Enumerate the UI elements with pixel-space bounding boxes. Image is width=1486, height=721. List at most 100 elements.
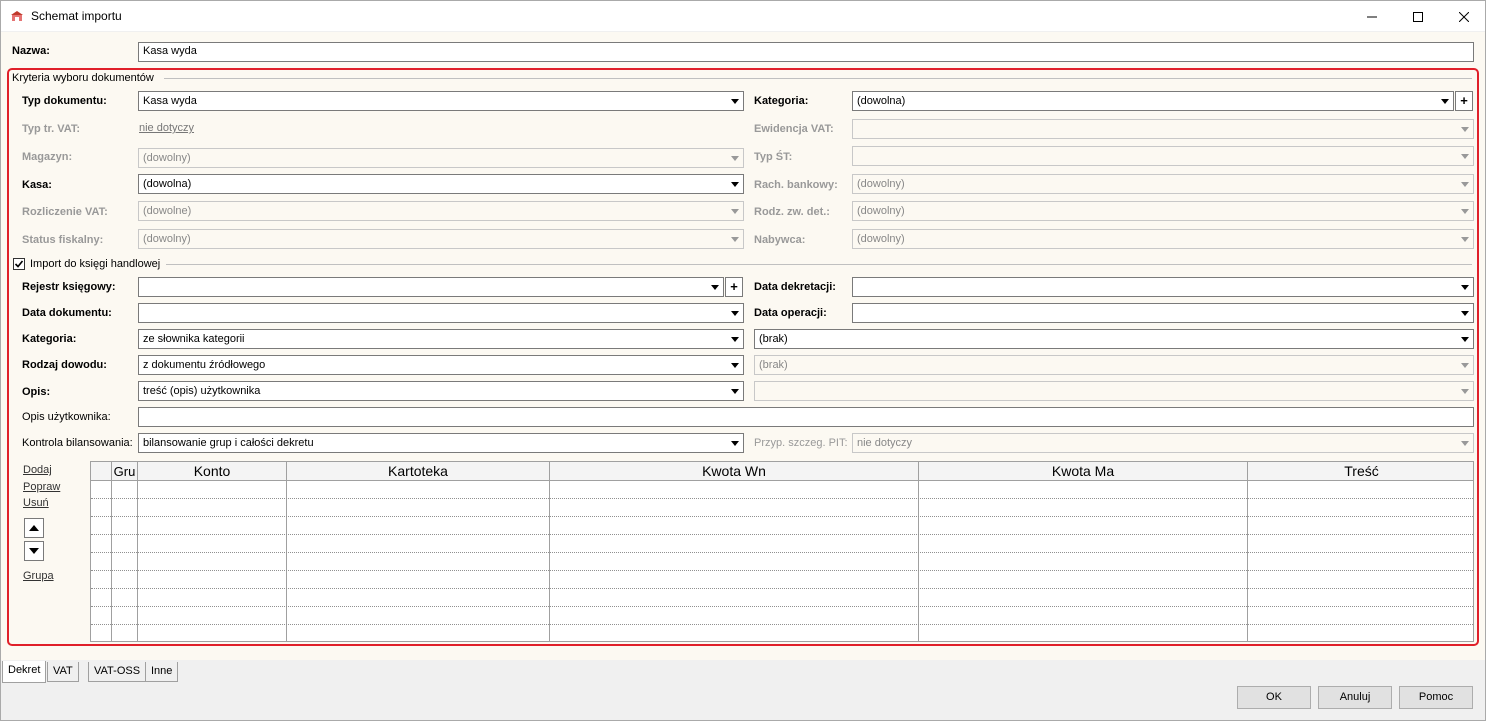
column-header-kwota-wn[interactable]: Kwota Wn (550, 462, 919, 481)
kategoria-import-select[interactable]: ze słownika kategorii (138, 329, 744, 349)
chevron-down-icon (1461, 182, 1469, 187)
column-header-kwota-ma[interactable]: Kwota Ma (919, 462, 1248, 481)
magazyn-value: (dowolny) (143, 152, 191, 164)
data-dokumentu-select[interactable] (138, 303, 744, 323)
rach-bankowy-select[interactable]: (dowolny) (852, 174, 1474, 194)
data-dekretacji-select[interactable] (852, 277, 1474, 297)
kasa-select[interactable]: (dowolna) (138, 174, 744, 194)
chevron-down-icon (731, 182, 739, 187)
chevron-down-icon (1461, 389, 1469, 394)
ok-button[interactable]: OK (1237, 686, 1311, 709)
rodzaj-dowodu-secondary-value: (brak) (759, 359, 788, 371)
table-row[interactable] (91, 552, 1473, 553)
column-header-tresc[interactable]: Treść (1248, 462, 1473, 481)
opis-label: Opis: (22, 386, 51, 398)
przyp-pit-label: Przyp. szczeg. PIT: (754, 437, 848, 449)
rejestr-select[interactable] (138, 277, 724, 297)
status-fiskalny-value: (dowolny) (143, 233, 191, 245)
maximize-button[interactable] (1395, 1, 1441, 32)
table-row[interactable] (91, 570, 1473, 571)
ewidencja-vat-select[interactable] (852, 119, 1474, 139)
rozliczenie-vat-value: (dowolne) (143, 205, 192, 217)
chevron-down-icon (731, 209, 739, 214)
decree-table[interactable]: Gru Konto Kartoteka Kwota Wn Kwota Ma Tr… (90, 461, 1474, 642)
criteria-divider (164, 78, 1472, 79)
grupa-link[interactable]: Grupa (23, 570, 54, 582)
chevron-down-icon (1461, 237, 1469, 242)
magazyn-select[interactable]: (dowolny) (138, 148, 744, 168)
import-divider (166, 264, 1472, 265)
chevron-down-icon (731, 389, 739, 394)
typ-st-label: Typ ŚT: (754, 151, 793, 163)
magazyn-label: Magazyn: (22, 151, 73, 163)
usun-link[interactable]: Usuń (23, 497, 49, 509)
tab-dekret[interactable]: Dekret (2, 661, 47, 683)
import-checkbox-label[interactable]: Import do księgi handlowej (30, 258, 160, 270)
kategoria-import-label: Kategoria: (22, 333, 77, 345)
chevron-down-icon (731, 99, 739, 104)
close-icon (1459, 11, 1469, 22)
chevron-down-icon (731, 441, 739, 446)
tab-inne[interactable]: Inne (145, 662, 179, 682)
przyp-pit-select[interactable]: nie dotyczy (852, 433, 1474, 453)
minimize-button[interactable] (1349, 1, 1395, 32)
column-divider (111, 481, 112, 641)
chevron-down-icon (1461, 285, 1469, 290)
status-fiskalny-select[interactable]: (dowolny) (138, 229, 744, 249)
kontrola-select[interactable]: bilansowanie grup i całości dekretu (138, 433, 744, 453)
popraw-link[interactable]: Popraw (23, 481, 60, 493)
column-divider (549, 481, 550, 641)
typ-tr-vat-link[interactable]: nie dotyczy (139, 122, 194, 134)
rozliczenie-vat-select[interactable]: (dowolne) (138, 201, 744, 221)
chevron-down-icon (1461, 154, 1469, 159)
move-down-button[interactable] (24, 541, 44, 561)
opis-select[interactable]: treść (opis) użytkownika (138, 381, 744, 401)
typ-st-select[interactable] (852, 146, 1474, 166)
name-input[interactable]: Kasa wyda (138, 42, 1474, 62)
rejestr-label: Rejestr księgowy: (22, 281, 116, 293)
dodaj-link[interactable]: Dodaj (23, 464, 52, 476)
table-row[interactable] (91, 606, 1473, 607)
help-button[interactable]: Pomoc (1399, 686, 1473, 709)
table-row[interactable] (91, 624, 1473, 625)
rodz-zw-det-select[interactable]: (dowolny) (852, 201, 1474, 221)
rodzaj-dowodu-select[interactable]: z dokumentu źródłowego (138, 355, 744, 375)
table-row[interactable] (91, 588, 1473, 589)
chevron-down-icon (1461, 209, 1469, 214)
add-kategoria-button[interactable]: + (1455, 91, 1473, 111)
name-label: Nazwa: (12, 45, 50, 57)
title-bar: Schemat importu (0, 0, 1486, 31)
chevron-down-icon (1441, 99, 1449, 104)
rodzaj-dowodu-value: z dokumentu źródłowego (143, 359, 266, 371)
tab-vat[interactable]: VAT (47, 662, 79, 682)
triangle-down-icon (29, 548, 39, 554)
move-up-button[interactable] (24, 518, 44, 538)
data-operacji-select[interactable] (852, 303, 1474, 323)
app-icon (10, 10, 24, 22)
column-header-kartoteka[interactable]: Kartoteka (287, 462, 550, 481)
kontrola-label: Kontrola bilansowania: (22, 437, 133, 449)
window-title: Schemat importu (31, 9, 122, 23)
table-row[interactable] (91, 534, 1473, 535)
rodzaj-dowodu-secondary-select[interactable]: (brak) (754, 355, 1474, 375)
add-rejestr-button[interactable]: + (725, 277, 743, 297)
opis-uzytkownika-input[interactable] (138, 407, 1474, 427)
close-button[interactable] (1441, 1, 1486, 32)
import-checkbox[interactable] (13, 258, 25, 270)
chevron-down-icon (1461, 363, 1469, 368)
table-row[interactable] (91, 516, 1473, 517)
table-row[interactable] (91, 498, 1473, 499)
opis-secondary-select[interactable] (754, 381, 1474, 401)
przyp-pit-value: nie dotyczy (857, 437, 913, 449)
kategoria-select[interactable]: (dowolna) (852, 91, 1454, 111)
column-header-gru[interactable]: Gru (112, 462, 138, 481)
chevron-down-icon (1461, 337, 1469, 342)
typ-dokumentu-select[interactable]: Kasa wyda (138, 91, 744, 111)
tab-vat-oss[interactable]: VAT-OSS (88, 662, 147, 682)
cancel-button[interactable]: Anuluj (1318, 686, 1392, 709)
column-divider (918, 481, 919, 641)
nabywca-select[interactable]: (dowolny) (852, 229, 1474, 249)
kategoria-secondary-select[interactable]: (brak) (754, 329, 1474, 349)
data-dekretacji-label: Data dekretacji: (754, 281, 836, 293)
column-header-konto[interactable]: Konto (138, 462, 287, 481)
